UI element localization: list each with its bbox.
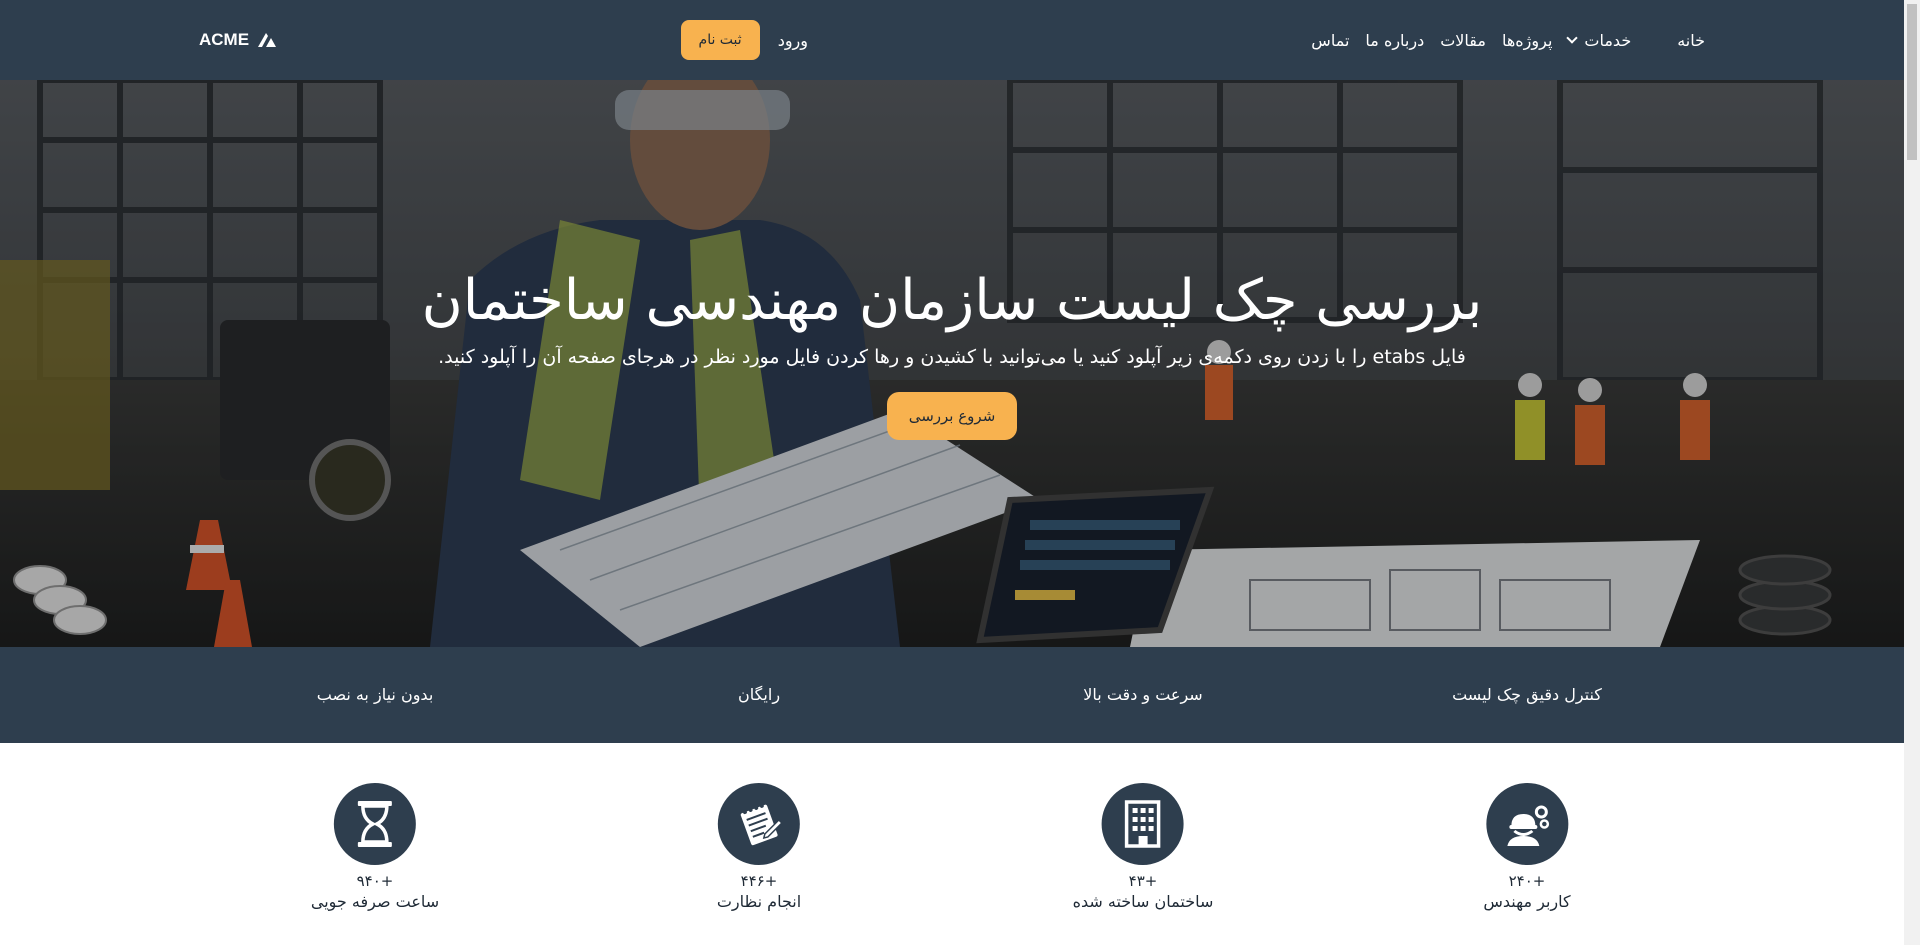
stat-icon-circle bbox=[334, 783, 417, 865]
hourglass-icon bbox=[358, 801, 393, 847]
hero-subtitle: فایل etabs را با زدن روی دکمه‌ی زیر آپلو… bbox=[438, 345, 1466, 368]
nav-link-projects[interactable]: پروژه‌ها bbox=[1502, 31, 1552, 50]
stat-icon-circle bbox=[1102, 783, 1184, 865]
building-icon bbox=[1125, 800, 1161, 848]
nav-link-articles[interactable]: مقالات bbox=[1440, 31, 1486, 50]
stat-label: کاربر مهندس bbox=[1483, 892, 1571, 911]
signup-button[interactable]: ثبت نام bbox=[680, 20, 760, 60]
feature-item: سرعت و دقت بالا bbox=[1083, 685, 1203, 704]
stat-icon-circle bbox=[1486, 783, 1569, 865]
stat-hours-saved: +۹۴۰ ساعت صرفه جویی bbox=[311, 783, 439, 911]
stat-label: ساختمان ساخته شده bbox=[1072, 892, 1214, 911]
logo-icon bbox=[258, 33, 277, 47]
features-band: کنترل دقیق چک لیست سرعت و دقت بالا رایگا… bbox=[0, 647, 1904, 743]
stat-value: +۲۴۰ bbox=[1508, 872, 1546, 890]
login-link[interactable]: ورود bbox=[778, 31, 808, 50]
hero-content: بررسی چک لیست سازمان مهندسی ساختمان فایل… bbox=[0, 270, 1904, 440]
stat-icon-circle bbox=[718, 783, 800, 865]
start-review-button[interactable]: شروع بررسی bbox=[886, 391, 1018, 440]
hero-title: بررسی چک لیست سازمان مهندسی ساختمان bbox=[421, 268, 1483, 333]
navbar: خانه خدمات پروژه‌ها مقالات درباره ما تما… bbox=[0, 0, 1904, 80]
scrollbar-thumb[interactable] bbox=[1907, 4, 1917, 160]
chevron-down-icon bbox=[1566, 32, 1579, 44]
stat-label: انجام نظارت bbox=[716, 892, 802, 911]
nav-link-home[interactable]: خانه bbox=[1677, 31, 1705, 50]
nav-link-contact[interactable]: تماس bbox=[1311, 31, 1349, 50]
notepad-icon bbox=[740, 803, 783, 846]
stat-value: +۴۳ bbox=[1128, 872, 1158, 890]
brand-logo[interactable]: ACME bbox=[199, 30, 277, 50]
nav-link-services-label: خدمات bbox=[1584, 30, 1632, 50]
auth-actions: ورود ثبت نام bbox=[680, 20, 808, 60]
feature-item: کنترل دقیق چک لیست bbox=[1452, 685, 1602, 704]
hero-section: بررسی چک لیست سازمان مهندسی ساختمان فایل… bbox=[0, 80, 1904, 647]
nav-link-about[interactable]: درباره ما bbox=[1365, 31, 1424, 50]
brand-name: ACME bbox=[199, 30, 250, 49]
stat-value: +۹۴۰ bbox=[356, 872, 394, 890]
stat-buildings: +۴۳ ساختمان ساخته شده bbox=[1072, 783, 1214, 911]
stat-engineers: +۲۴۰ کاربر مهندس bbox=[1483, 783, 1571, 911]
feature-item: رایگان bbox=[737, 685, 781, 704]
page-scrollbar[interactable] bbox=[1904, 0, 1920, 945]
stat-value: +۴۴۶ bbox=[740, 872, 778, 890]
feature-item: بدون نیاز به نصب bbox=[316, 685, 434, 704]
navbar-inner: خانه خدمات پروژه‌ها مقالات درباره ما تما… bbox=[199, 0, 1705, 80]
engineer-icon bbox=[1507, 805, 1549, 846]
main-nav: خانه خدمات پروژه‌ها مقالات درباره ما تما… bbox=[1311, 31, 1705, 50]
stat-label: ساعت صرفه جویی bbox=[310, 892, 440, 911]
nav-link-services[interactable]: خدمات bbox=[1566, 30, 1632, 50]
stat-supervisions: +۴۴۶ انجام نظارت bbox=[717, 783, 801, 911]
